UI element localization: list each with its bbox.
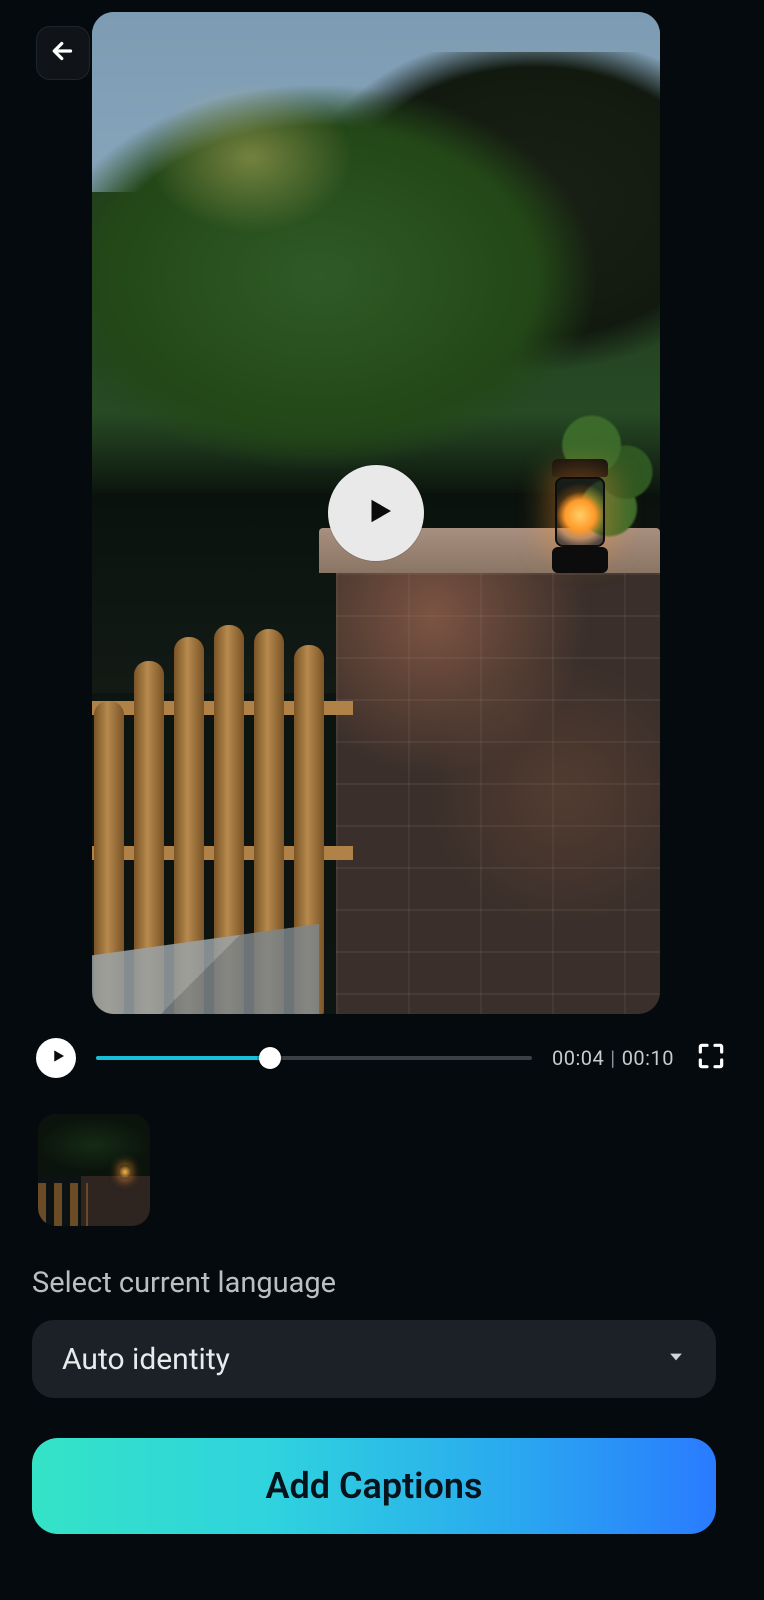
player-controls: 00:04 | 00:10 <box>36 1034 728 1082</box>
back-button[interactable] <box>36 26 90 80</box>
play-icon <box>46 1047 67 1069</box>
seek-fill <box>96 1056 270 1060</box>
fullscreen-icon <box>695 1040 727 1076</box>
video-scene-lantern <box>545 423 615 573</box>
video-preview[interactable] <box>92 12 660 1014</box>
seek-handle[interactable] <box>259 1047 281 1069</box>
language-selected-value: Auto identity <box>62 1342 230 1377</box>
language-label: Select current language <box>32 1266 336 1300</box>
current-time: 00:04 <box>552 1046 604 1070</box>
fullscreen-button[interactable] <box>694 1041 728 1075</box>
add-captions-label: Add Captions <box>265 1465 482 1507</box>
seek-bar[interactable] <box>96 1046 532 1070</box>
add-captions-button[interactable]: Add Captions <box>32 1438 716 1534</box>
chevron-down-icon <box>666 1347 686 1371</box>
language-select[interactable]: Auto identity <box>32 1320 716 1398</box>
time-separator: | <box>610 1046 615 1070</box>
time-display: 00:04 | 00:10 <box>552 1046 674 1070</box>
arrow-left-icon <box>48 36 78 70</box>
video-scene-sunlit-leaves <box>137 82 421 333</box>
video-thumbnail[interactable] <box>38 1114 150 1226</box>
total-time: 00:10 <box>622 1046 674 1070</box>
video-scene-brick-wall <box>336 573 660 1014</box>
play-icon <box>355 493 397 533</box>
play-button-large[interactable] <box>328 465 424 561</box>
play-button-small[interactable] <box>36 1038 76 1078</box>
